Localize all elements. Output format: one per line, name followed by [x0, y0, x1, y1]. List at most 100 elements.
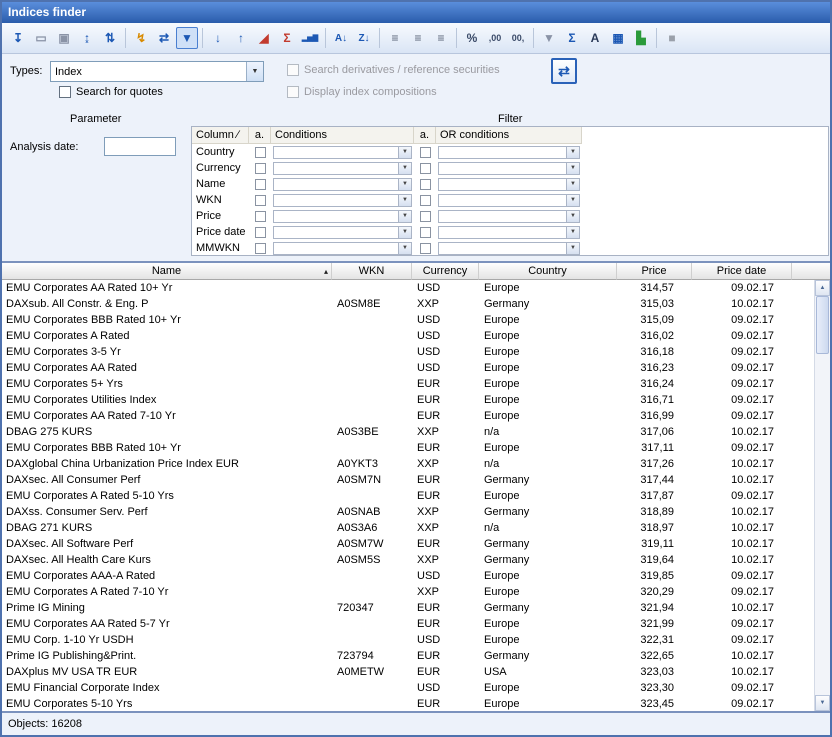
table-row[interactable]: DAXss. Consumer Serv. PerfA0SNABXXPGerma…: [2, 504, 814, 520]
table-row[interactable]: EMU Corporates A RatedUSDEurope316,0209.…: [2, 328, 814, 344]
chevron-down-icon[interactable]: ▼: [566, 195, 579, 206]
table-row[interactable]: DAXsub. All Constr. & Eng. PA0SM8EXXPGer…: [2, 296, 814, 312]
table-row[interactable]: EMU Corporates AA RatedUSDEurope316,2309…: [2, 360, 814, 376]
filter-condition-dropdown[interactable]: ▼: [273, 226, 412, 239]
chevron-down-icon[interactable]: ▼: [398, 179, 411, 190]
checkbox-box[interactable]: [287, 64, 299, 76]
scroll-up-button[interactable]: ▲: [815, 280, 830, 296]
chevron-down-icon[interactable]: ▼: [398, 163, 411, 174]
filter-and-checkbox[interactable]: [255, 195, 266, 206]
checkbox-box[interactable]: [287, 86, 299, 98]
filter-or-dropdown[interactable]: ▼: [438, 146, 580, 159]
sum-icon[interactable]: Σ: [561, 27, 583, 49]
table-row[interactable]: EMU Corporates Utilities IndexEUREurope3…: [2, 392, 814, 408]
table-row[interactable]: EMU Financial Corporate IndexUSDEurope32…: [2, 680, 814, 696]
filter-or-dropdown[interactable]: ▼: [438, 178, 580, 191]
chevron-down-icon[interactable]: ▼: [398, 243, 411, 254]
filter-condition-dropdown[interactable]: ▼: [273, 146, 412, 159]
clear-selection-icon[interactable]: ▣: [53, 27, 75, 49]
chevron-down-icon[interactable]: ▼: [566, 147, 579, 158]
export-icon[interactable]: ↧: [7, 27, 29, 49]
column-header-price-date[interactable]: Price date: [692, 263, 792, 280]
column-header-name[interactable]: Name▴: [2, 263, 332, 280]
remove-decimals-icon[interactable]: 00,: [507, 27, 529, 49]
table-row[interactable]: EMU Corporates AA Rated 7-10 YrEUREurope…: [2, 408, 814, 424]
chevron-down-icon[interactable]: ▼: [566, 163, 579, 174]
table-row[interactable]: EMU Corporates 5+ YrsEUREurope316,2409.0…: [2, 376, 814, 392]
table-row[interactable]: DAXglobal China Urbanization Price Index…: [2, 456, 814, 472]
filter-or-dropdown[interactable]: ▼: [438, 226, 580, 239]
chevron-down-icon[interactable]: ▼: [246, 62, 263, 81]
filter-or-dropdown[interactable]: ▼: [438, 242, 580, 255]
filter-or-checkbox[interactable]: [420, 179, 431, 190]
vertical-scrollbar[interactable]: ▲ ▼: [814, 280, 830, 711]
stop-icon[interactable]: ■: [661, 27, 683, 49]
add-decimals-icon[interactable]: ,00: [484, 27, 506, 49]
fit-rows-icon[interactable]: ↨: [76, 27, 98, 49]
table-row[interactable]: Prime IG Mining720347EURGermany321,9410.…: [2, 600, 814, 616]
filter-and-checkbox[interactable]: [255, 243, 266, 254]
chevron-down-icon[interactable]: ▼: [398, 211, 411, 222]
chart-icon[interactable]: ▙: [630, 27, 652, 49]
selection-icon[interactable]: ▭: [30, 27, 52, 49]
table-row[interactable]: DAXplus MV USA TR EURA0METWEURUSA323,031…: [2, 664, 814, 680]
table-row[interactable]: EMU Corporates BBB Rated 10+ YrUSDEurope…: [2, 312, 814, 328]
scrollbar-track[interactable]: [815, 296, 830, 695]
table-row[interactable]: DAXsec. All Consumer PerfA0SM7NEURGerman…: [2, 472, 814, 488]
filter-or-checkbox[interactable]: [420, 163, 431, 174]
align-left-icon[interactable]: ≡: [384, 27, 406, 49]
filter-or-checkbox[interactable]: [420, 227, 431, 238]
column-header-country[interactable]: Country: [479, 263, 617, 280]
table-row[interactable]: EMU Corporates AA Rated 5-7 YrEUREurope3…: [2, 616, 814, 632]
filter-and-checkbox[interactable]: [255, 163, 266, 174]
trend-icon[interactable]: ◢: [253, 27, 275, 49]
sort-value-up-icon[interactable]: ↑: [230, 27, 252, 49]
histogram-icon[interactable]: ▂▅▇: [299, 27, 321, 49]
filter-or-checkbox[interactable]: [420, 211, 431, 222]
scrollbar-thumb[interactable]: [816, 296, 829, 354]
scroll-down-button[interactable]: ▼: [815, 695, 830, 711]
filter-condition-dropdown[interactable]: ▼: [273, 210, 412, 223]
chevron-down-icon[interactable]: ▼: [398, 227, 411, 238]
column-header-currency[interactable]: Currency: [412, 263, 479, 280]
chevron-down-icon[interactable]: ▼: [566, 179, 579, 190]
percent-icon[interactable]: %: [461, 27, 483, 49]
filter-or-checkbox[interactable]: [420, 195, 431, 206]
search-quotes-checkbox[interactable]: Search for quotes: [59, 86, 163, 98]
table-row[interactable]: EMU Corporates BBB Rated 10+ YrEUREurope…: [2, 440, 814, 456]
filter-condition-dropdown[interactable]: ▼: [273, 194, 412, 207]
table-row[interactable]: Prime IG Publishing&Print.723794EURGerma…: [2, 648, 814, 664]
table-columns-icon[interactable]: ▦: [607, 27, 629, 49]
filter-and-checkbox[interactable]: [255, 227, 266, 238]
display-compositions-checkbox[interactable]: Display index compositions: [287, 86, 437, 98]
filter-condition-dropdown[interactable]: ▼: [273, 242, 412, 255]
table-row[interactable]: EMU Corp. 1-10 Yr USDHUSDEurope322,3109.…: [2, 632, 814, 648]
filter-and-checkbox[interactable]: [255, 211, 266, 222]
chevron-down-icon[interactable]: ▼: [566, 211, 579, 222]
refresh-icon[interactable]: ⇄: [153, 27, 175, 49]
table-row[interactable]: DBAG 271 KURSA0S3A6XXPn/a318,9710.02.17: [2, 520, 814, 536]
table-row[interactable]: EMU Corporates 3-5 YrUSDEurope316,1809.0…: [2, 344, 814, 360]
column-header-price[interactable]: Price: [617, 263, 692, 280]
sum-down-icon[interactable]: Σ: [276, 27, 298, 49]
chevron-down-icon[interactable]: ▼: [398, 147, 411, 158]
search-derivatives-checkbox[interactable]: Search derivatives / reference securitie…: [287, 64, 500, 76]
filter-and-checkbox[interactable]: [255, 147, 266, 158]
filter-or-checkbox[interactable]: [420, 243, 431, 254]
chevron-down-icon[interactable]: ▼: [566, 243, 579, 254]
table-row[interactable]: EMU Corporates AAA-A RatedUSDEurope319,8…: [2, 568, 814, 584]
table-row[interactable]: EMU Corporates 5-10 YrsEUREurope323,4509…: [2, 696, 814, 711]
lightning-icon[interactable]: ↯: [130, 27, 152, 49]
filter-icon[interactable]: ▼: [176, 27, 198, 49]
types-dropdown[interactable]: Index ▼: [50, 61, 264, 82]
filter-or-dropdown[interactable]: ▼: [438, 194, 580, 207]
align-center-icon[interactable]: ≡: [407, 27, 429, 49]
filter-condition-dropdown[interactable]: ▼: [273, 178, 412, 191]
table-row[interactable]: EMU Corporates A Rated 5-10 YrsEUREurope…: [2, 488, 814, 504]
font-icon[interactable]: A: [584, 27, 606, 49]
align-right-icon[interactable]: ≡: [430, 27, 452, 49]
refresh-search-button[interactable]: ⇄: [551, 58, 577, 84]
title-bar[interactable]: Indices finder: [2, 2, 830, 23]
chevron-down-icon[interactable]: ▼: [398, 195, 411, 206]
chevron-down-icon[interactable]: ▼: [566, 227, 579, 238]
